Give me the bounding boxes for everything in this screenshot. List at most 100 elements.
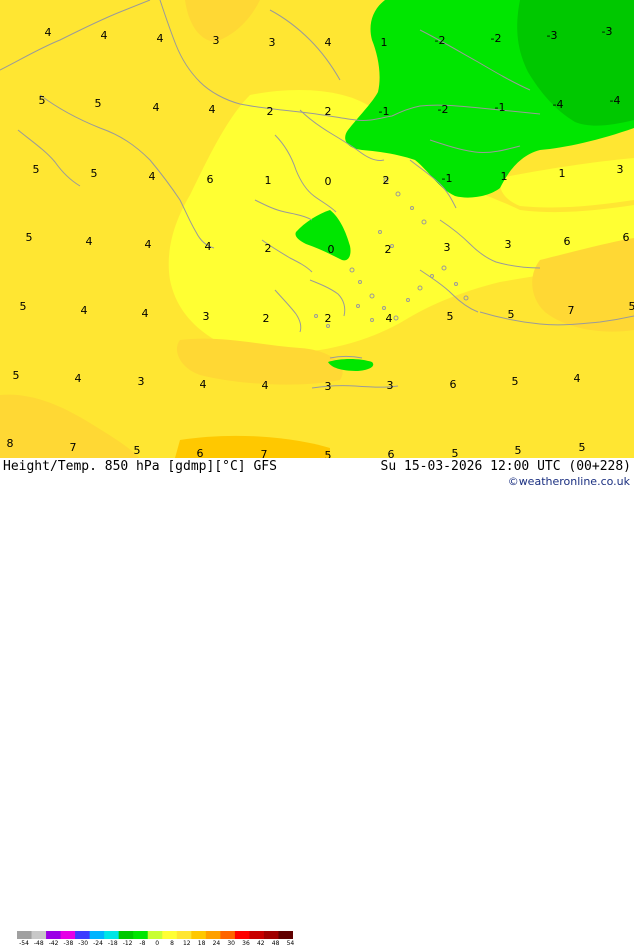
temperature-value: -1 bbox=[495, 101, 506, 114]
temperature-value: 5 bbox=[452, 447, 459, 458]
colorbar-segment bbox=[46, 931, 61, 939]
map-canvas: 4443341-2-2-3-3554422-1-2-1-4-45546102-1… bbox=[0, 0, 634, 458]
temperature-value: -2 bbox=[491, 32, 502, 45]
colorbar-segment bbox=[61, 931, 76, 939]
map-title: Height/Temp. 850 hPa [gdmp][°C] GFS bbox=[3, 459, 277, 474]
temperature-value: -2 bbox=[438, 103, 449, 116]
source-credit[interactable]: ©weatheronline.co.uk bbox=[508, 475, 630, 488]
colorbar-tick-label: -48 bbox=[34, 940, 44, 947]
temperature-value: 1 bbox=[559, 167, 566, 180]
temperature-value: 4 bbox=[101, 29, 108, 42]
colorbar-segment bbox=[17, 931, 32, 939]
temperature-value: 1 bbox=[265, 174, 272, 187]
temperature-value: 6 bbox=[207, 173, 214, 186]
temperature-value: 2 bbox=[325, 105, 332, 118]
temperature-value: 6 bbox=[450, 378, 457, 391]
colorbar-tick-label: 42 bbox=[257, 940, 265, 947]
temperature-value: 0 bbox=[328, 243, 335, 256]
colorbar-segment bbox=[235, 931, 250, 939]
colorbar-tick-label: -54 bbox=[19, 940, 29, 947]
temperature-value: 3 bbox=[325, 380, 332, 393]
temperature-value: 6 bbox=[388, 448, 395, 458]
temperature-value: -1 bbox=[379, 105, 390, 118]
temperature-value: 5 bbox=[134, 444, 141, 457]
temperature-value: 4 bbox=[153, 101, 160, 114]
temperature-value: 4 bbox=[386, 312, 393, 325]
temperature-value: 4 bbox=[86, 235, 93, 248]
temperature-value: 5 bbox=[20, 300, 27, 313]
colorbar-tick-label: 30 bbox=[227, 940, 235, 947]
colorbar-segment bbox=[206, 931, 221, 939]
colorbar-tick-label: -8 bbox=[139, 940, 145, 947]
temperature-value: 4 bbox=[325, 36, 332, 49]
temperature-value: 4 bbox=[200, 378, 207, 391]
temperature-value: -1 bbox=[442, 172, 453, 185]
colorbar-tick-label: -24 bbox=[93, 940, 103, 947]
temperature-value: 2 bbox=[267, 105, 274, 118]
temperature-value: 2 bbox=[383, 174, 390, 187]
colorbar-tick-label: 12 bbox=[183, 940, 191, 947]
colorbar-tick-label: -42 bbox=[49, 940, 59, 947]
colorbar bbox=[17, 930, 293, 940]
temperature-value: -3 bbox=[602, 25, 613, 38]
colorbar-segment bbox=[90, 931, 105, 939]
temperature-value: 1 bbox=[501, 170, 508, 183]
temperature-value: 7 bbox=[261, 448, 268, 458]
temperature-value: 1 bbox=[381, 36, 388, 49]
temperature-value: 5 bbox=[325, 449, 332, 458]
temperature-value: -4 bbox=[553, 98, 564, 111]
temperature-value: -2 bbox=[435, 34, 446, 47]
temperature-value: 2 bbox=[385, 243, 392, 256]
temperature-value: 4 bbox=[81, 304, 88, 317]
temperature-value: 5 bbox=[515, 444, 522, 457]
temperature-value: 4 bbox=[142, 307, 149, 320]
colorbar-segment bbox=[104, 931, 119, 939]
colorbar-tick-label: 36 bbox=[242, 940, 250, 947]
temperature-value: 3 bbox=[444, 241, 451, 254]
forecast-datetime: Su 15-03-2026 12:00 UTC (00+228) bbox=[381, 459, 631, 474]
temperature-value: 4 bbox=[157, 32, 164, 45]
colorbar-tick-label: -38 bbox=[63, 940, 73, 947]
colorbar-tick-label: 18 bbox=[198, 940, 206, 947]
colorbar-segment bbox=[133, 931, 148, 939]
temperature-value: 5 bbox=[39, 94, 46, 107]
temperature-value: 3 bbox=[617, 163, 624, 176]
temperature-value: 4 bbox=[574, 372, 581, 385]
temperature-value: 2 bbox=[265, 242, 272, 255]
temperature-value: 5 bbox=[629, 300, 634, 313]
temperature-value: 5 bbox=[33, 163, 40, 176]
colorbar-segment bbox=[162, 931, 177, 939]
temperature-value: 0 bbox=[325, 175, 332, 188]
colorbar-tick-label: -18 bbox=[108, 940, 118, 947]
temperature-value: 4 bbox=[75, 372, 82, 385]
temperature-value: 2 bbox=[263, 312, 270, 325]
temperature-value: 3 bbox=[269, 36, 276, 49]
colorbar-segment bbox=[75, 931, 90, 939]
temperature-value: 4 bbox=[149, 170, 156, 183]
colorbar-segment bbox=[177, 931, 192, 939]
temperature-value: 5 bbox=[508, 308, 515, 321]
colorbar-tick-label: 54 bbox=[287, 940, 295, 947]
temperature-value: -3 bbox=[547, 29, 558, 42]
temperature-value: 6 bbox=[623, 231, 630, 244]
colorbar-tick-label: 24 bbox=[213, 940, 221, 947]
temperature-value: 6 bbox=[197, 447, 204, 458]
colorbar-segment bbox=[191, 931, 206, 939]
temperature-value: 3 bbox=[387, 379, 394, 392]
temperature-value: 3 bbox=[213, 34, 220, 47]
temperature-value: 3 bbox=[505, 238, 512, 251]
colorbar-segment bbox=[119, 931, 134, 939]
temperature-value: 5 bbox=[447, 310, 454, 323]
temperature-value: 3 bbox=[203, 310, 210, 323]
colorbar-segment bbox=[278, 931, 293, 939]
temperature-value: 5 bbox=[13, 369, 20, 382]
colorbar-tick-label: -30 bbox=[78, 940, 88, 947]
temperature-value: 6 bbox=[564, 235, 571, 248]
temperature-value: 4 bbox=[145, 238, 152, 251]
temperature-value: 4 bbox=[209, 103, 216, 116]
temperature-value: 2 bbox=[325, 312, 332, 325]
colorbar-tick-label: -12 bbox=[123, 940, 133, 947]
colorbar-segment bbox=[264, 931, 279, 939]
temperature-value: 5 bbox=[91, 167, 98, 180]
colorbar-segment bbox=[220, 931, 235, 939]
